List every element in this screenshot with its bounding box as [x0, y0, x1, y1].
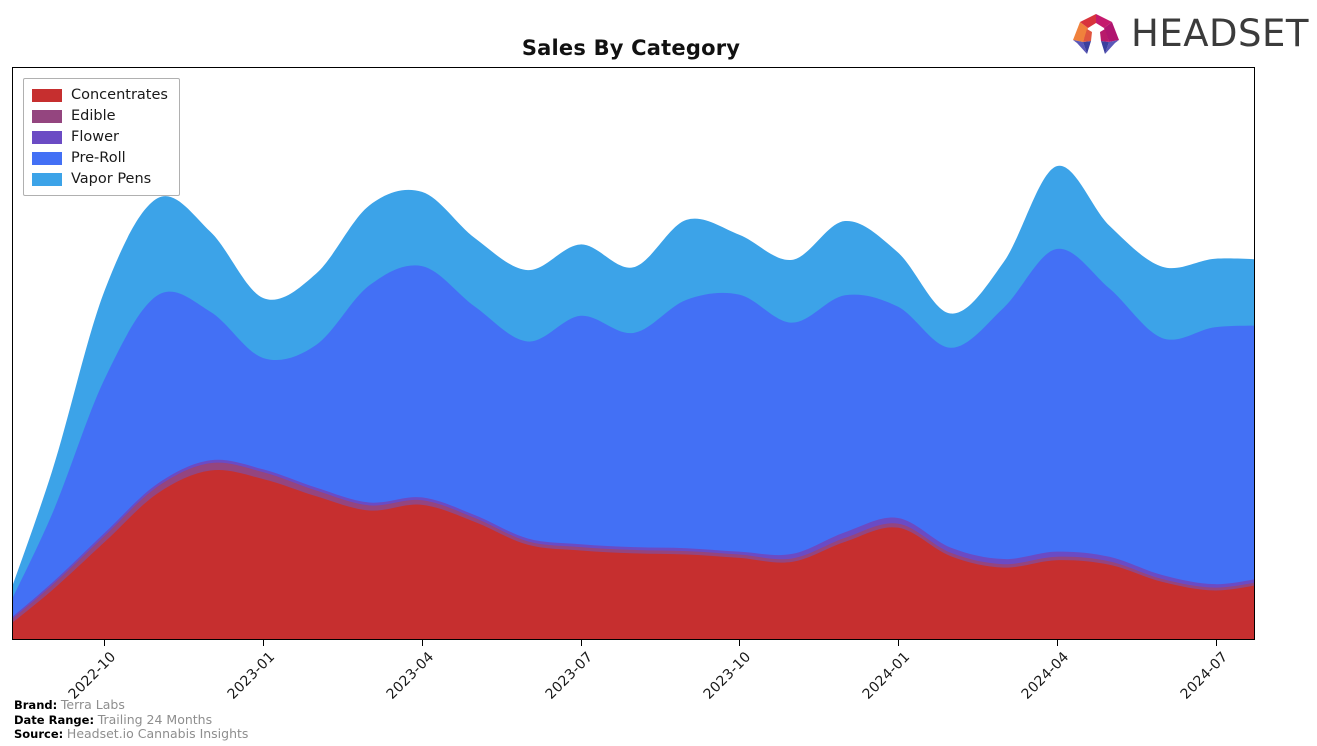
legend-swatch-flower: [32, 130, 62, 144]
metadata-row-brand: Brand: Terra Labs: [14, 697, 248, 713]
legend-swatch-pre-roll: [32, 151, 62, 165]
x-tick-mark: [103, 640, 105, 646]
metadata-key-date-range: Date Range:: [14, 712, 95, 727]
legend-item-edible[interactable]: Edible: [32, 107, 168, 125]
headset-logo: HEADSET: [1070, 8, 1309, 58]
x-tick-label: 2024-07: [1177, 649, 1232, 703]
legend-swatch-vapor-pens: [32, 172, 62, 186]
headset-arch-logo-icon: [1073, 14, 1120, 54]
logo-wordmark: HEADSET: [1131, 11, 1309, 55]
x-tick-mark: [1216, 640, 1217, 646]
legend-item-flower[interactable]: Flower: [32, 128, 168, 146]
legend-item-pre-roll[interactable]: Pre-Roll: [32, 149, 168, 167]
stacked-area-chart: [13, 165, 1254, 639]
x-tick-label: 2023-01: [224, 649, 279, 703]
chart-legend: Concentrates Edible Flower Pre-Roll Vapo…: [23, 78, 180, 196]
legend-label-flower: Flower: [71, 128, 119, 145]
x-axis: 2022-10 2023-01 2023-04 2023-07 2023-10 2024-…: [12, 640, 1255, 703]
legend-item-concentrates[interactable]: Concentrates: [32, 86, 168, 104]
metadata-value-source: Headset.io Cannabis Insights: [66, 726, 249, 741]
x-tick-mark: [580, 640, 582, 646]
chart-plot-area: Concentrates Edible Flower Pre-Roll Vapo…: [12, 67, 1255, 640]
chart-metadata-footer: Brand: Terra Labs Date Range: Trailing 2…: [14, 697, 249, 742]
metadata-row-source: Source: Headset.io Cannabis Insights: [14, 726, 249, 742]
legend-swatch-concentrates: [32, 88, 62, 102]
x-tick-mark: [1057, 640, 1059, 646]
legend-label-edible: Edible: [71, 107, 116, 124]
metadata-row-date-range: Date Range: Trailing 24 Months: [14, 711, 248, 728]
x-tick-label: 2024-01: [859, 649, 914, 703]
metadata-value-brand: Terra Labs: [60, 697, 125, 712]
legend-label-vapor-pens: Vapor Pens: [71, 170, 152, 187]
metadata-key-source: Source:: [14, 727, 64, 741]
legend-label-pre-roll: Pre-Roll: [71, 149, 126, 166]
x-tick-mark: [739, 640, 741, 646]
legend-item-vapor-pens[interactable]: Vapor Pens: [32, 170, 168, 188]
legend-label-concentrates: Concentrates: [71, 86, 168, 103]
x-tick-mark: [898, 640, 900, 646]
x-tick-label: 2023-04: [383, 649, 437, 703]
x-tick-mark: [421, 640, 423, 646]
legend-swatch-edible: [32, 109, 62, 123]
metadata-key-brand: Brand:: [14, 698, 58, 712]
x-tick-label: 2022-10: [65, 649, 120, 703]
x-tick-mark: [262, 640, 264, 646]
x-tick-label: 2023-10: [701, 649, 755, 703]
x-tick-label: 2023-07: [542, 649, 596, 703]
x-tick-label: 2024-04: [1018, 649, 1073, 703]
metadata-value-date-range: Trailing 24 Months: [97, 711, 213, 727]
area-series-group: [13, 165, 1254, 639]
